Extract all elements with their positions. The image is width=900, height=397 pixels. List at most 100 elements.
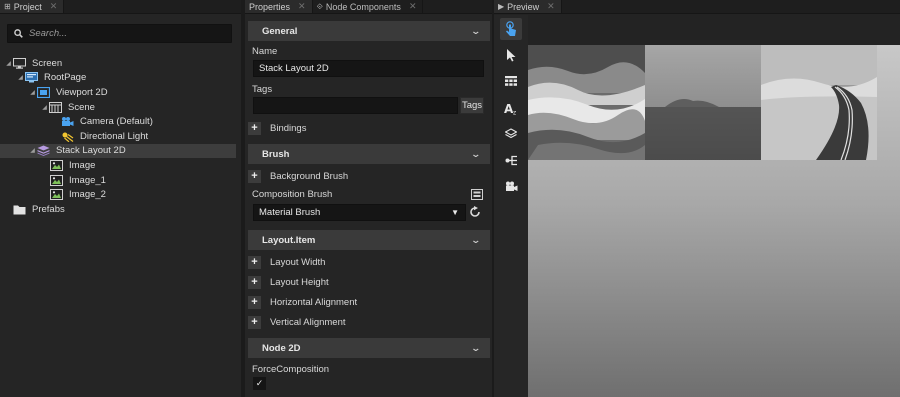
- force-composition-checkbox[interactable]: ✓: [253, 377, 266, 390]
- section-title: Node 2D: [262, 342, 301, 354]
- expand-arrow-icon[interactable]: ◢: [28, 147, 37, 154]
- play-circle-icon: ▶: [498, 2, 505, 11]
- tree-item-image-1[interactable]: Image_1: [0, 173, 241, 188]
- checkmark-icon: ✓: [255, 378, 264, 388]
- expand-arrow-icon[interactable]: ◢: [4, 60, 13, 67]
- plus-icon[interactable]: +: [248, 256, 261, 269]
- brush-picker-icon[interactable]: [471, 189, 483, 200]
- background-brush-row[interactable]: + Background Brush: [248, 170, 348, 183]
- tree-item-image-2[interactable]: Image_2: [0, 187, 241, 202]
- tree-item-camera[interactable]: Camera (Default): [0, 114, 241, 129]
- plus-icon[interactable]: +: [248, 170, 261, 183]
- project-tabbar: ⊞ Project ✕: [0, 0, 241, 14]
- tags-field[interactable]: [253, 97, 458, 114]
- page-icon: [25, 72, 38, 83]
- tab-preview-label: Preview: [507, 1, 540, 12]
- hierarchy-tool[interactable]: [500, 149, 522, 171]
- close-icon[interactable]: ✕: [409, 1, 417, 12]
- force-composition-label: ForceComposition: [252, 364, 330, 375]
- layers-icon: [37, 145, 50, 157]
- camera-icon: [61, 117, 74, 127]
- composition-brush-dropdown[interactable]: Material Brush ▼: [253, 204, 466, 221]
- layout-height-row[interactable]: + Layout Height: [248, 276, 329, 289]
- tab-properties-label: Properties: [249, 1, 291, 12]
- plus-icon[interactable]: +: [248, 316, 261, 329]
- text-tool[interactable]: Az: [500, 97, 522, 119]
- expand-arrow-icon[interactable]: ◢: [16, 74, 25, 81]
- name-field[interactable]: Stack Layout 2D: [253, 60, 484, 77]
- horizontal-alignment-label: Horizontal Alignment: [270, 297, 358, 308]
- search-icon: [14, 29, 23, 38]
- section-general-header[interactable]: General ⌄: [248, 21, 490, 41]
- camera-tool[interactable]: [500, 175, 522, 197]
- tree-item-image[interactable]: Image: [0, 158, 241, 173]
- name-label: Name: [252, 46, 278, 57]
- hierarchy-icon: [505, 155, 517, 165]
- layers-tool[interactable]: [500, 123, 522, 145]
- preview-canvas[interactable]: [528, 45, 900, 397]
- scene-icon: [49, 101, 62, 113]
- preview-tabbar: ▶ Preview ✕: [494, 0, 900, 14]
- section-node-2d-header[interactable]: Node 2D ⌄: [248, 338, 490, 358]
- tab-properties[interactable]: Properties ✕: [245, 0, 313, 13]
- tree-item-rootpage[interactable]: ◢ RootPage: [0, 71, 241, 86]
- touch-pointer-icon: [506, 21, 516, 36]
- tree-item-label: Stack Layout 2D: [56, 145, 126, 157]
- grid-icon: [505, 76, 517, 86]
- tree-item-label: Image: [69, 159, 96, 171]
- chevron-down-icon: ⌄: [470, 148, 482, 159]
- layout-width-row[interactable]: + Layout Width: [248, 256, 325, 269]
- section-title: Brush: [262, 148, 290, 160]
- close-icon[interactable]: ✕: [298, 1, 306, 12]
- expand-arrow-icon[interactable]: ◢: [40, 104, 49, 111]
- preview-image-waves: [528, 45, 645, 160]
- tree-item-prefabs[interactable]: Prefabs: [0, 202, 241, 217]
- tree-item-label: Prefabs: [32, 203, 65, 215]
- tags-button[interactable]: Tags: [460, 97, 484, 114]
- preview-image-fog: [645, 45, 761, 160]
- tab-project[interactable]: ⊞ Project ✕: [0, 0, 65, 13]
- layout-height-label: Layout Height: [270, 277, 329, 288]
- tree-item-scene[interactable]: ◢ Scene: [0, 100, 241, 115]
- tab-project-label: Project: [13, 1, 42, 12]
- search-placeholder: Search...: [29, 28, 68, 39]
- tree-item-viewport-2d[interactable]: ◢ Viewport 2D: [0, 85, 241, 100]
- bindings-row[interactable]: + Bindings: [248, 122, 306, 135]
- chevron-down-icon: ⌄: [470, 234, 482, 245]
- touch-select-tool[interactable]: [500, 18, 522, 40]
- chevron-down-icon: ⌄: [470, 25, 482, 36]
- grid-tool[interactable]: [500, 70, 522, 92]
- plus-icon[interactable]: +: [248, 296, 261, 309]
- monitor-icon: [13, 57, 26, 69]
- tree-item-screen[interactable]: ◢ Screen: [0, 56, 241, 71]
- image-icon: [50, 189, 63, 201]
- light-icon: [61, 131, 74, 142]
- tree-item-label: Image_2: [69, 189, 106, 201]
- tree-item-stack-layout-2d[interactable]: ◢ Stack Layout 2D: [0, 143, 236, 159]
- plus-icon[interactable]: +: [248, 276, 261, 289]
- properties-panel: Properties ✕ ⟐ Node Components ✕ General…: [245, 0, 492, 397]
- tree-item-directional-light[interactable]: Directional Light: [0, 129, 241, 144]
- search-input[interactable]: Search...: [7, 24, 232, 43]
- section-brush-header[interactable]: Brush ⌄: [248, 144, 490, 164]
- tree-item-label: Directional Light: [80, 130, 149, 142]
- tab-node-components[interactable]: ⟐ Node Components ✕: [312, 0, 424, 13]
- close-icon[interactable]: ✕: [547, 1, 555, 12]
- font-size-icon: Az: [504, 102, 516, 115]
- cursor-icon: [507, 48, 516, 61]
- background-brush-label: Background Brush: [270, 171, 349, 182]
- horizontal-alignment-row[interactable]: + Horizontal Alignment: [248, 296, 357, 309]
- section-layout-item-header[interactable]: Layout.Item ⌄: [248, 230, 490, 250]
- chevron-down-icon: ⌄: [470, 342, 482, 353]
- layout-width-label: Layout Width: [270, 257, 326, 268]
- select-tool[interactable]: [500, 44, 522, 66]
- expand-arrow-icon[interactable]: ◢: [28, 89, 37, 96]
- vertical-alignment-row[interactable]: + Vertical Alignment: [248, 316, 346, 329]
- plus-icon[interactable]: +: [248, 122, 261, 135]
- properties-tabbar: Properties ✕ ⟐ Node Components ✕: [245, 0, 492, 14]
- folder-icon: [13, 204, 26, 215]
- preview-image-road: [761, 45, 877, 160]
- tab-preview[interactable]: ▶ Preview ✕: [494, 0, 562, 13]
- close-icon[interactable]: ✕: [50, 1, 58, 12]
- reset-icon[interactable]: [469, 206, 481, 218]
